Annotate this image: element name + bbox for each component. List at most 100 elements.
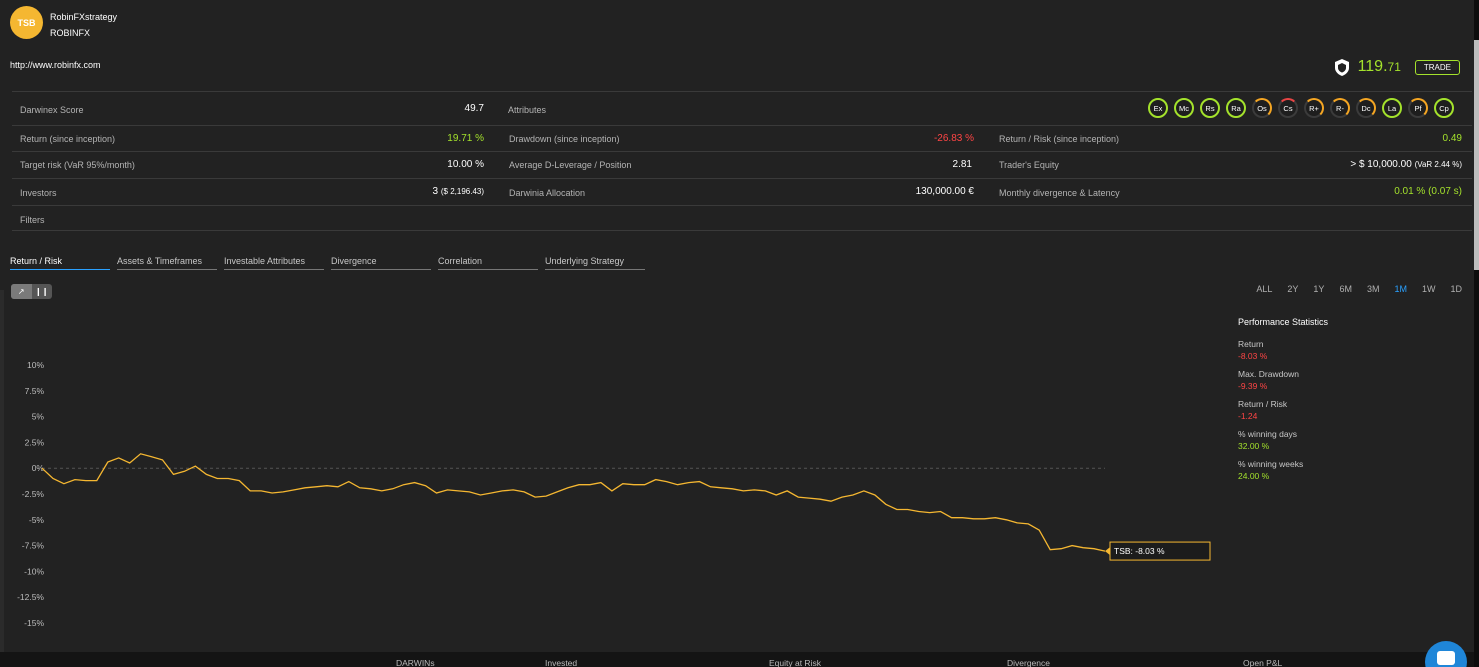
attribute-badge[interactable]: Cs bbox=[1278, 98, 1298, 118]
y-tick-label: 2.5% bbox=[25, 437, 45, 447]
drawdown-label: Drawdown (since inception) bbox=[509, 134, 620, 144]
y-tick-label: -7.5% bbox=[22, 541, 45, 551]
performance-title: Performance Statistics bbox=[1238, 317, 1329, 327]
series-line-tsb[interactable] bbox=[41, 453, 1106, 552]
attribute-badge[interactable]: Os bbox=[1252, 98, 1272, 118]
bottom-label: Equity at Risk bbox=[769, 658, 821, 667]
strategy-name: RobinFXstrategy bbox=[50, 12, 118, 22]
range-all[interactable]: ALL bbox=[1256, 284, 1272, 294]
bottom-summary-bar: DARWINs Invested Equity at Risk Divergence O… bbox=[0, 652, 1474, 667]
stats-row-score: Darwinex Score 49.7 Attributes Ex Mc Rs Ra O… bbox=[12, 91, 1472, 125]
darwinex-score-value: 49.7 bbox=[464, 103, 484, 114]
performance-item: % winning weeks 24.00 % bbox=[1238, 459, 1328, 481]
tab-investable-attributes[interactable]: Investable Attributes bbox=[224, 256, 324, 270]
y-tick-label: 5% bbox=[32, 412, 45, 422]
tab-assets-timeframes[interactable]: Assets & Timeframes bbox=[117, 256, 217, 270]
range-3m[interactable]: 3M bbox=[1367, 284, 1380, 294]
chat-icon bbox=[1437, 651, 1455, 665]
performance-value: -9.39 % bbox=[1238, 381, 1268, 391]
investors-label: Investors bbox=[20, 188, 57, 198]
performance-value: -1.24 bbox=[1238, 411, 1258, 421]
performance-label: Return / Risk bbox=[1238, 399, 1288, 409]
bottom-label: Open P&L bbox=[1243, 658, 1283, 667]
performance-item: Max. Drawdown -9.39 % bbox=[1238, 369, 1328, 391]
return-risk-value: 0.49 bbox=[1442, 133, 1462, 144]
avatar[interactable]: TSB bbox=[10, 6, 43, 39]
series-end-pointer bbox=[1105, 547, 1110, 556]
darwinex-score-label: Darwinex Score bbox=[20, 105, 84, 115]
performance-item: % winning days 32.00 % bbox=[1238, 429, 1328, 451]
attribute-badge[interactable]: R- bbox=[1330, 98, 1350, 118]
performance-statistics: Performance Statistics Return -8.03 % Max.… bbox=[1238, 317, 1328, 489]
divergence-label: Monthly divergence & Latency bbox=[999, 188, 1120, 198]
divergence-value: 0.01 % (0.07 s) bbox=[1394, 186, 1462, 197]
left-edge-strip bbox=[0, 290, 4, 660]
stats-row-investors: Investors 3 ($ 2,196.43) Darwinia Alloca… bbox=[12, 178, 1472, 205]
strategy-code: ROBINFX bbox=[50, 28, 91, 38]
range-1m[interactable]: 1M bbox=[1394, 284, 1407, 294]
performance-label: Max. Drawdown bbox=[1238, 369, 1299, 379]
attribute-badges: Ex Mc Rs Ra Os Cs R+ R- Dc La Pf Cp bbox=[1148, 98, 1454, 118]
tab-correlation[interactable]: Correlation bbox=[438, 256, 538, 270]
y-tick-label: -12.5% bbox=[17, 592, 44, 602]
attribute-badge[interactable]: Pf bbox=[1408, 98, 1428, 118]
scrollbar-track[interactable] bbox=[1474, 0, 1479, 667]
chart-type-toggle[interactable]: ↗ ❙❙ bbox=[11, 284, 52, 299]
stats-row-risk: Target risk (VaR 95%/month) 10.00 % Aver… bbox=[12, 151, 1472, 178]
time-range-selector: ALL 2Y 1Y 6M 3M 1M 1W 1D bbox=[1256, 284, 1462, 294]
performance-item: Return / Risk -1.24 bbox=[1238, 399, 1328, 421]
return-label: Return (since inception) bbox=[20, 134, 116, 144]
attribute-badge[interactable]: R+ bbox=[1304, 98, 1324, 118]
attribute-badge[interactable]: Ra bbox=[1226, 98, 1246, 118]
range-2y[interactable]: 2Y bbox=[1287, 284, 1298, 294]
avg-leverage-value: 2.81 bbox=[952, 159, 972, 170]
range-1y[interactable]: 1Y bbox=[1313, 284, 1324, 294]
bottom-label: DARWINs bbox=[396, 658, 435, 667]
series-end-label: TSB: -8.03 % bbox=[1114, 546, 1165, 556]
range-6m[interactable]: 6M bbox=[1339, 284, 1352, 294]
performance-label: % winning weeks bbox=[1238, 459, 1304, 469]
attribute-badge[interactable]: Ex bbox=[1148, 98, 1168, 118]
y-tick-label: -5% bbox=[29, 515, 45, 525]
tab-underlying-strategy[interactable]: Underlying Strategy bbox=[545, 256, 645, 270]
allocation-value: 130,000.00 € bbox=[915, 186, 974, 197]
performance-label: Return bbox=[1238, 339, 1264, 349]
stats-row-return: Return (since inception) 19.71 % Drawdow… bbox=[12, 125, 1472, 151]
tab-divergence[interactable]: Divergence bbox=[331, 256, 431, 270]
attribute-badge[interactable]: La bbox=[1382, 98, 1402, 118]
chat-button[interactable] bbox=[1425, 641, 1467, 667]
trade-button[interactable]: TRADE bbox=[1414, 59, 1460, 75]
y-tick-label: -15% bbox=[24, 618, 44, 628]
chart-tabs: Return / Risk Assets & Timeframes Investab… bbox=[10, 256, 652, 270]
equity-label: Trader's Equity bbox=[999, 160, 1059, 170]
performance-value: 32.00 % bbox=[1238, 441, 1270, 451]
attribute-badge[interactable]: Mc bbox=[1174, 98, 1194, 118]
attribute-badge[interactable]: Dc bbox=[1356, 98, 1376, 118]
tab-return-risk[interactable]: Return / Risk bbox=[10, 256, 110, 270]
y-tick-label: -10% bbox=[24, 566, 44, 576]
avg-leverage-label: Average D-Leverage / Position bbox=[509, 160, 632, 170]
line-chart-icon[interactable]: ↗ bbox=[11, 284, 32, 299]
performance-value: 24.00 % bbox=[1238, 471, 1270, 481]
website-link[interactable]: http://www.robinfx.com bbox=[10, 60, 101, 70]
stats-row-filters[interactable]: Filters bbox=[12, 205, 1472, 231]
y-tick-label: -2.5% bbox=[22, 489, 45, 499]
bottom-label: Divergence bbox=[1007, 658, 1050, 667]
attributes-label: Attributes bbox=[508, 105, 547, 115]
filters-label[interactable]: Filters bbox=[20, 215, 45, 225]
bar-chart-icon[interactable]: ❙❙ bbox=[32, 284, 53, 299]
drawdown-value: -26.83 % bbox=[933, 133, 974, 144]
darwin-price: 119.71 bbox=[1357, 58, 1401, 75]
target-risk-label: Target risk (VaR 95%/month) bbox=[20, 160, 135, 170]
shield-icon bbox=[1334, 58, 1349, 76]
range-1w[interactable]: 1W bbox=[1422, 284, 1436, 294]
range-1d[interactable]: 1D bbox=[1450, 284, 1462, 294]
investors-value: 3 ($ 2,196.43) bbox=[432, 186, 484, 197]
return-value: 19.71 % bbox=[447, 133, 484, 144]
scrollbar-thumb[interactable] bbox=[1474, 40, 1479, 270]
performance-label: % winning days bbox=[1238, 429, 1298, 439]
attribute-badge[interactable]: Cp bbox=[1434, 98, 1454, 118]
attribute-badge[interactable]: Rs bbox=[1200, 98, 1220, 118]
return-risk-label: Return / Risk (since inception) bbox=[999, 134, 1120, 144]
performance-item: Return -8.03 % bbox=[1238, 339, 1328, 361]
